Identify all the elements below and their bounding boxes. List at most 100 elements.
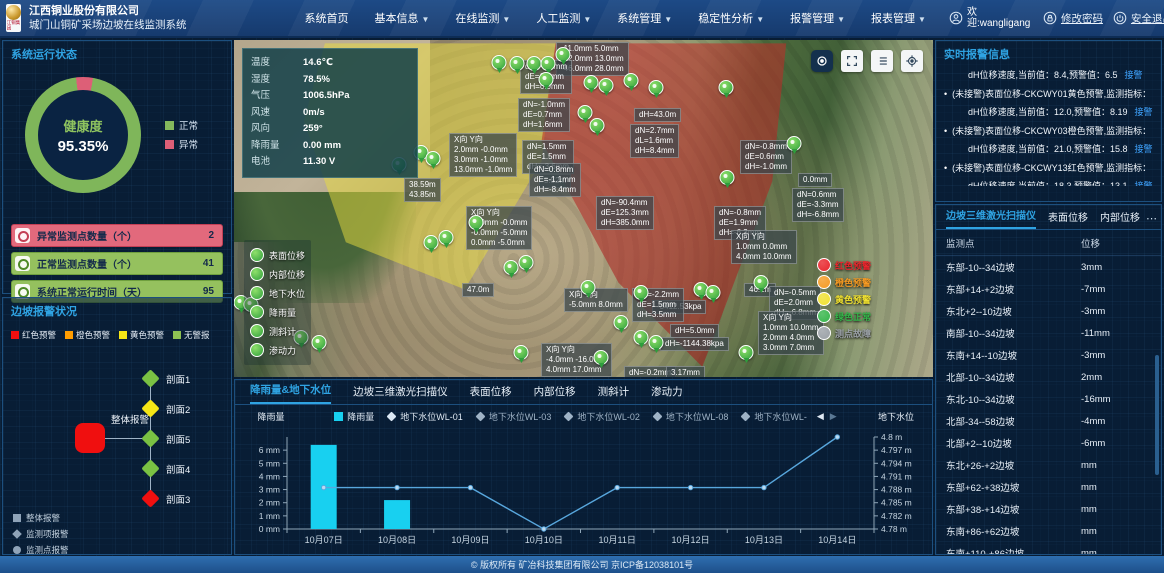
- legend-prev-icon[interactable]: ◀: [817, 411, 824, 422]
- profile-node-4[interactable]: [141, 459, 159, 477]
- monitor-point-pin[interactable]: [649, 335, 664, 350]
- monitor-point-pin[interactable]: [581, 280, 596, 295]
- map-sensor-legend-item[interactable]: 地下水位: [250, 286, 305, 300]
- legend-rainfall[interactable]: 降雨量: [334, 410, 374, 423]
- answer-alarm-link[interactable]: 接警: [1135, 181, 1153, 186]
- nav-item-5[interactable]: 稳定性分析▼: [698, 10, 764, 26]
- map-data-label: dN=0.6mmdE=-3.3mmdH=-6.8mm: [792, 188, 844, 222]
- table-row[interactable]: 东北+26-+2边坡mm: [936, 454, 1161, 476]
- map-sensor-legend-item[interactable]: 内部位移: [250, 267, 305, 281]
- legend-label: 表面位移: [269, 249, 305, 262]
- map-sensor-legend-item[interactable]: 渗动力: [250, 343, 305, 357]
- chart-tab-0[interactable]: 降雨量&地下水位: [250, 382, 331, 404]
- profile-node-5[interactable]: [141, 489, 159, 507]
- monitor-point-pin[interactable]: [706, 285, 721, 300]
- monitor-point-pin[interactable]: [514, 345, 529, 360]
- table-row[interactable]: 北部+2--10边坡-6mm: [936, 432, 1161, 454]
- monitor-point-pin[interactable]: [590, 118, 605, 133]
- more-tabs-icon[interactable]: ⋯: [1146, 212, 1157, 229]
- chart-tab-2[interactable]: 表面位移: [470, 384, 512, 404]
- legend-waterlevel-3[interactable]: 地下水位WL-08: [654, 410, 729, 423]
- monitor-point-pin[interactable]: [624, 73, 639, 88]
- table-row[interactable]: 北部-10--34边坡2mm: [936, 366, 1161, 388]
- legend-waterlevel-2[interactable]: 地下水位WL-02: [565, 410, 640, 423]
- nav-item-2[interactable]: 在线监测▼: [455, 10, 510, 26]
- monitor-point-pin[interactable]: [492, 55, 507, 70]
- monitor-point-pin[interactable]: [556, 47, 571, 62]
- table-row[interactable]: 南部-10--34边坡-11mm: [936, 322, 1161, 344]
- monitor-point-pin[interactable]: [599, 78, 614, 93]
- legend-waterlevel-4[interactable]: 地下水位WL-: [742, 410, 807, 423]
- answer-alarm-link[interactable]: 接警: [1125, 70, 1143, 80]
- profile-node-3[interactable]: [141, 429, 159, 447]
- monitor-point-pin[interactable]: [649, 80, 664, 95]
- slope-legend-item: 红色预警: [11, 329, 56, 341]
- nav-item-1[interactable]: 基本信息▼: [375, 10, 430, 26]
- map-panel[interactable]: 温度14.6℃湿度78.5%气压1006.5hPa风速0m/s风向259°降雨量…: [234, 40, 933, 377]
- monitor-point-pin[interactable]: [510, 56, 525, 71]
- nav-item-0[interactable]: 系统首页: [305, 10, 349, 26]
- monitor-point-pin[interactable]: [439, 230, 454, 245]
- answer-alarm-link[interactable]: 接警: [1135, 144, 1153, 154]
- profile-node-1[interactable]: [141, 369, 159, 387]
- monitor-point-pin[interactable]: [584, 75, 599, 90]
- chart-tab-4[interactable]: 测斜计: [598, 384, 630, 404]
- monitor-point-pin[interactable]: [754, 275, 769, 290]
- monitor-point-pin[interactable]: [541, 56, 556, 71]
- overall-alarm-node[interactable]: [75, 423, 105, 453]
- nav-item-3[interactable]: 人工监测▼: [536, 10, 591, 26]
- monitor-point-pin[interactable]: [527, 56, 542, 71]
- nav-item-6[interactable]: 报警管理▼: [790, 10, 845, 26]
- locate-button[interactable]: [901, 50, 923, 72]
- monitor-point-pin[interactable]: [739, 345, 754, 360]
- monitor-point-pin[interactable]: [504, 260, 519, 275]
- monitor-point-pin[interactable]: [312, 335, 327, 350]
- legend-label: 内部位移: [269, 268, 305, 281]
- table-row[interactable]: 东北+2--10边坡-3mm: [936, 300, 1161, 322]
- map-sensor-legend-item[interactable]: 降雨量: [250, 305, 305, 319]
- table-row[interactable]: 东南+110-+86边坡mm: [936, 542, 1161, 555]
- nav-item-4[interactable]: 系统管理▼: [617, 10, 672, 26]
- monitor-point-pin[interactable]: [424, 235, 439, 250]
- map-sensor-legend-item[interactable]: 表面位移: [250, 248, 305, 262]
- monitor-point-pin[interactable]: [787, 136, 802, 151]
- legend-next-icon[interactable]: ▶: [830, 411, 837, 422]
- table-scrollbar-thumb[interactable]: [1155, 355, 1159, 475]
- map-sensor-legend-item[interactable]: 测斜计: [250, 324, 305, 338]
- layer-list-button[interactable]: [871, 50, 893, 72]
- chart-tab-5[interactable]: 渗动力: [651, 384, 683, 404]
- legend-waterlevel-1[interactable]: 地下水位WL-03: [477, 410, 552, 423]
- legend-waterlevel-0[interactable]: 地下水位WL-01: [388, 410, 463, 423]
- monitor-point-pin[interactable]: [469, 215, 484, 230]
- answer-alarm-link[interactable]: 接警: [1135, 107, 1153, 117]
- nav-item-7[interactable]: 报表管理▼: [871, 10, 926, 26]
- table-row[interactable]: 北部-34--58边坡-4mm: [936, 410, 1161, 432]
- monitor-point-pin[interactable]: [426, 151, 441, 166]
- table-row[interactable]: 东部+62-+38边坡mm: [936, 476, 1161, 498]
- monitor-point-pin[interactable]: [720, 170, 735, 185]
- monitor-point-pin[interactable]: [578, 105, 593, 120]
- change-password-link[interactable]: 修改密码: [1061, 11, 1103, 26]
- table-row[interactable]: 东部-10--34边坡3mm: [936, 256, 1161, 278]
- table-tab-2[interactable]: 内部位移: [1100, 209, 1140, 229]
- table-row[interactable]: 东南+86-+62边坡mm: [936, 520, 1161, 542]
- table-tab-1[interactable]: 表面位移: [1048, 209, 1088, 229]
- chart-tab-1[interactable]: 边坡三维激光扫描仪: [353, 384, 448, 404]
- chart-tab-3[interactable]: 内部位移: [534, 384, 576, 404]
- table-row[interactable]: 东北-10--34边坡-16mm: [936, 388, 1161, 410]
- monitor-point-pin[interactable]: [519, 255, 534, 270]
- table-tab-0[interactable]: 边坡三维激光扫描仪: [946, 207, 1036, 229]
- monitor-point-pin[interactable]: [719, 80, 734, 95]
- monitor-point-pin[interactable]: [634, 330, 649, 345]
- monitor-point-pin[interactable]: [614, 315, 629, 330]
- table-row[interactable]: 东部+14-+2边坡-7mm: [936, 278, 1161, 300]
- monitor-point-pin[interactable]: [539, 72, 554, 87]
- fullscreen-button[interactable]: [841, 50, 863, 72]
- map-data-label-line: 38.59m: [409, 180, 436, 190]
- fit-view-button[interactable]: [811, 50, 833, 72]
- monitor-point-pin[interactable]: [594, 350, 609, 365]
- table-row[interactable]: 东南+14--10边坡-3mm: [936, 344, 1161, 366]
- logout-link[interactable]: 安全退出: [1131, 11, 1164, 26]
- table-row[interactable]: 东部+38-+14边坡mm: [936, 498, 1161, 520]
- monitor-point-pin[interactable]: [634, 285, 649, 300]
